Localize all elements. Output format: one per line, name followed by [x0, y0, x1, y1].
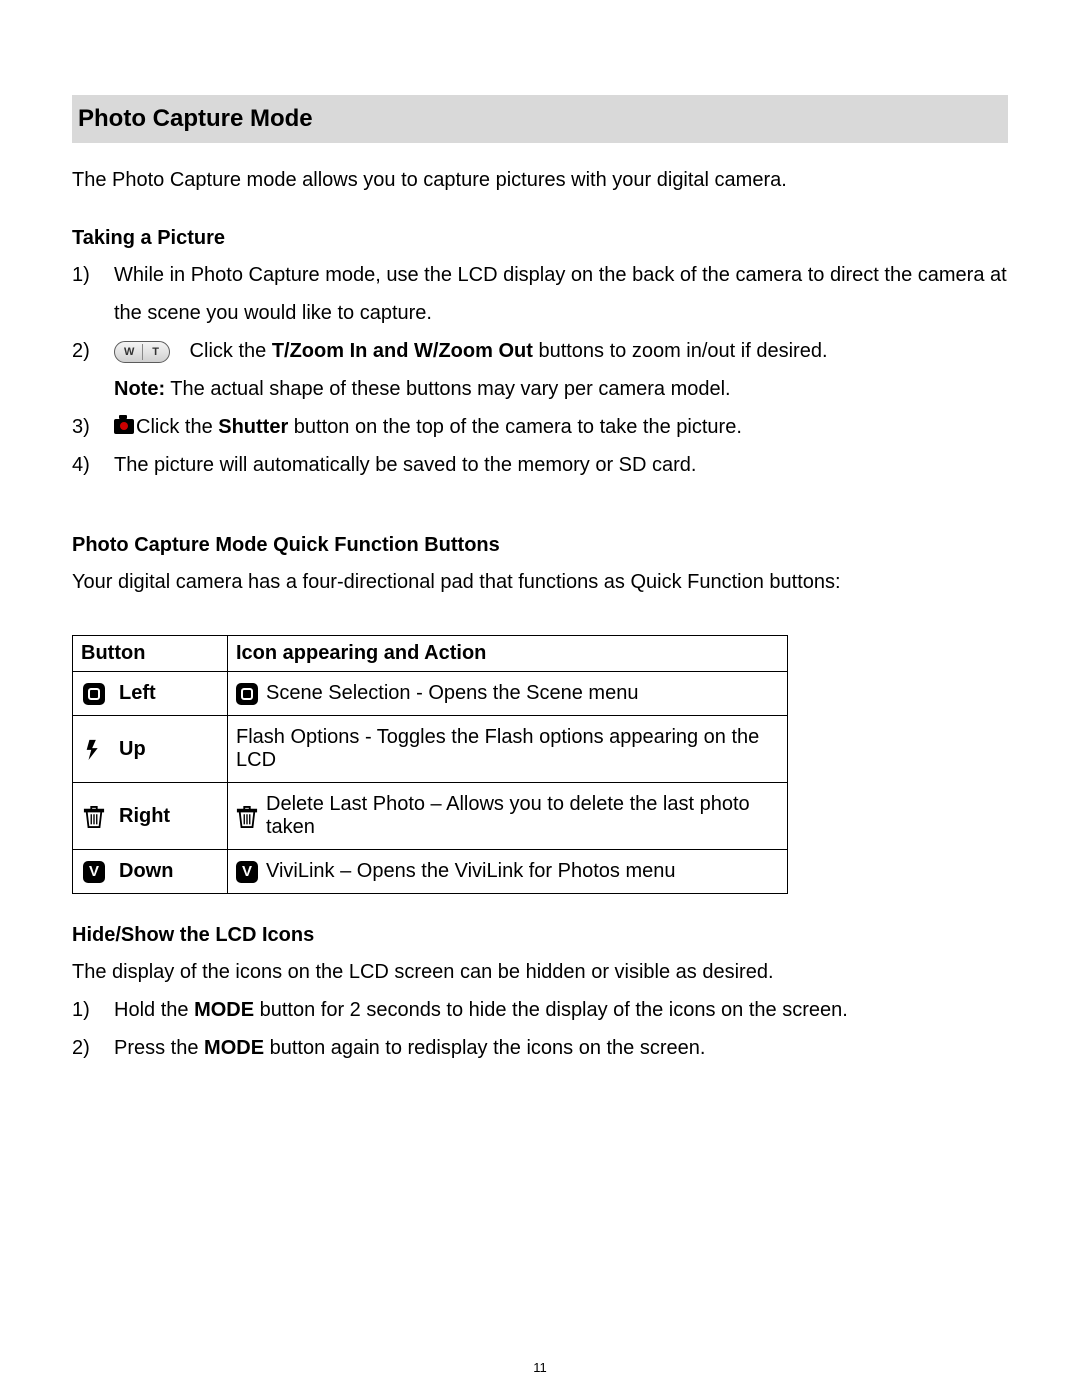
list-number: 2) — [72, 1029, 114, 1067]
text-run: button for 2 seconds to hide the display… — [254, 999, 848, 1021]
list-item: 1) Hold the MODE button for 2 seconds to… — [72, 991, 1008, 1029]
text-run: button again to redisplay the icons on t… — [264, 1037, 705, 1059]
note-text: The actual shape of these buttons may va… — [165, 378, 731, 400]
vivilink-icon: V — [83, 861, 105, 883]
th-action: Icon appearing and Action — [228, 636, 788, 672]
flash-icon — [83, 738, 105, 760]
list-number: 4) — [72, 446, 114, 484]
list-item: 4) The picture will automatically be sav… — [72, 446, 1008, 484]
text-run: Hold the — [114, 999, 194, 1021]
direction-label: Down — [119, 860, 173, 883]
subheading-quick-functions: Photo Capture Mode Quick Function Button… — [72, 534, 1008, 557]
text-run: button on the top of the camera to take … — [288, 416, 742, 438]
direction-label: Up — [119, 738, 146, 761]
action-text: ViviLink – Opens the ViviLink for Photos… — [266, 860, 676, 883]
list-body: The picture will automatically be saved … — [114, 446, 1008, 484]
list-item: 2) Press the MODE button again to redisp… — [72, 1029, 1008, 1067]
taking-picture-list: 1) While in Photo Capture mode, use the … — [72, 256, 1008, 484]
intro-text: The Photo Capture mode allows you to cap… — [72, 161, 1008, 199]
list-body: Click the Shutter button on the top of t… — [114, 408, 1008, 446]
list-item: 3) Click the Shutter button on the top o… — [72, 408, 1008, 446]
action-text: Scene Selection - Opens the Scene menu — [266, 682, 638, 705]
zoom-wt-icon — [114, 341, 170, 363]
vivilink-icon: V — [236, 861, 258, 883]
list-body: Hold the MODE button for 2 seconds to hi… — [114, 991, 1008, 1029]
page-number: 11 — [0, 1360, 1080, 1375]
section-heading: Photo Capture Mode — [72, 95, 1008, 143]
text-run: Click the — [136, 416, 218, 438]
trash-icon — [236, 805, 258, 827]
text-bold: T/Zoom In and W/Zoom Out — [272, 340, 533, 362]
hide-intro: The display of the icons on the LCD scre… — [72, 953, 1008, 991]
text-run: Click the — [184, 340, 272, 362]
list-item: 1) While in Photo Capture mode, use the … — [72, 256, 1008, 332]
list-body: While in Photo Capture mode, use the LCD… — [114, 256, 1008, 332]
list-number: 2) — [72, 332, 114, 408]
table-row: V Down V ViviLink – Opens the ViviLink f… — [73, 850, 788, 894]
action-text: Flash Options - Toggles the Flash option… — [236, 726, 759, 771]
text-bold: MODE — [194, 999, 254, 1021]
direction-label: Left — [119, 682, 156, 705]
table-header-row: Button Icon appearing and Action — [73, 636, 788, 672]
text-bold: MODE — [204, 1037, 264, 1059]
text-bold: Shutter — [218, 416, 288, 438]
list-body: Click the T/Zoom In and W/Zoom Out butto… — [114, 332, 1008, 408]
table-row: Right Delete Last Photo – Allows you to … — [73, 783, 788, 850]
text-run: Press the — [114, 1037, 204, 1059]
scene-icon — [236, 683, 258, 705]
trash-icon — [83, 805, 105, 827]
subheading-hide-show: Hide/Show the LCD Icons — [72, 924, 1008, 947]
list-number: 1) — [72, 256, 114, 332]
action-text: Delete Last Photo – Allows you to delete… — [266, 793, 779, 839]
subheading-taking-picture: Taking a Picture — [72, 227, 1008, 250]
list-number: 1) — [72, 991, 114, 1029]
table-row: Up Flash Options - Toggles the Flash opt… — [73, 716, 788, 783]
scene-icon — [83, 683, 105, 705]
th-button: Button — [73, 636, 228, 672]
quick-intro: Your digital camera has a four-direction… — [72, 563, 1008, 601]
list-item: 2) Click the T/Zoom In and W/Zoom Out bu… — [72, 332, 1008, 408]
camera-icon — [114, 419, 134, 434]
manual-page: Photo Capture Mode The Photo Capture mod… — [0, 0, 1080, 1397]
note-label: Note: — [114, 378, 165, 400]
list-body: Press the MODE button again to redisplay… — [114, 1029, 1008, 1067]
direction-label: Right — [119, 805, 170, 828]
list-number: 3) — [72, 408, 114, 446]
text-run: buttons to zoom in/out if desired. — [533, 340, 828, 362]
table-row: Left Scene Selection - Opens the Scene m… — [73, 672, 788, 716]
hide-show-list: 1) Hold the MODE button for 2 seconds to… — [72, 991, 1008, 1067]
quick-function-table: Button Icon appearing and Action Left Sc… — [72, 635, 788, 894]
